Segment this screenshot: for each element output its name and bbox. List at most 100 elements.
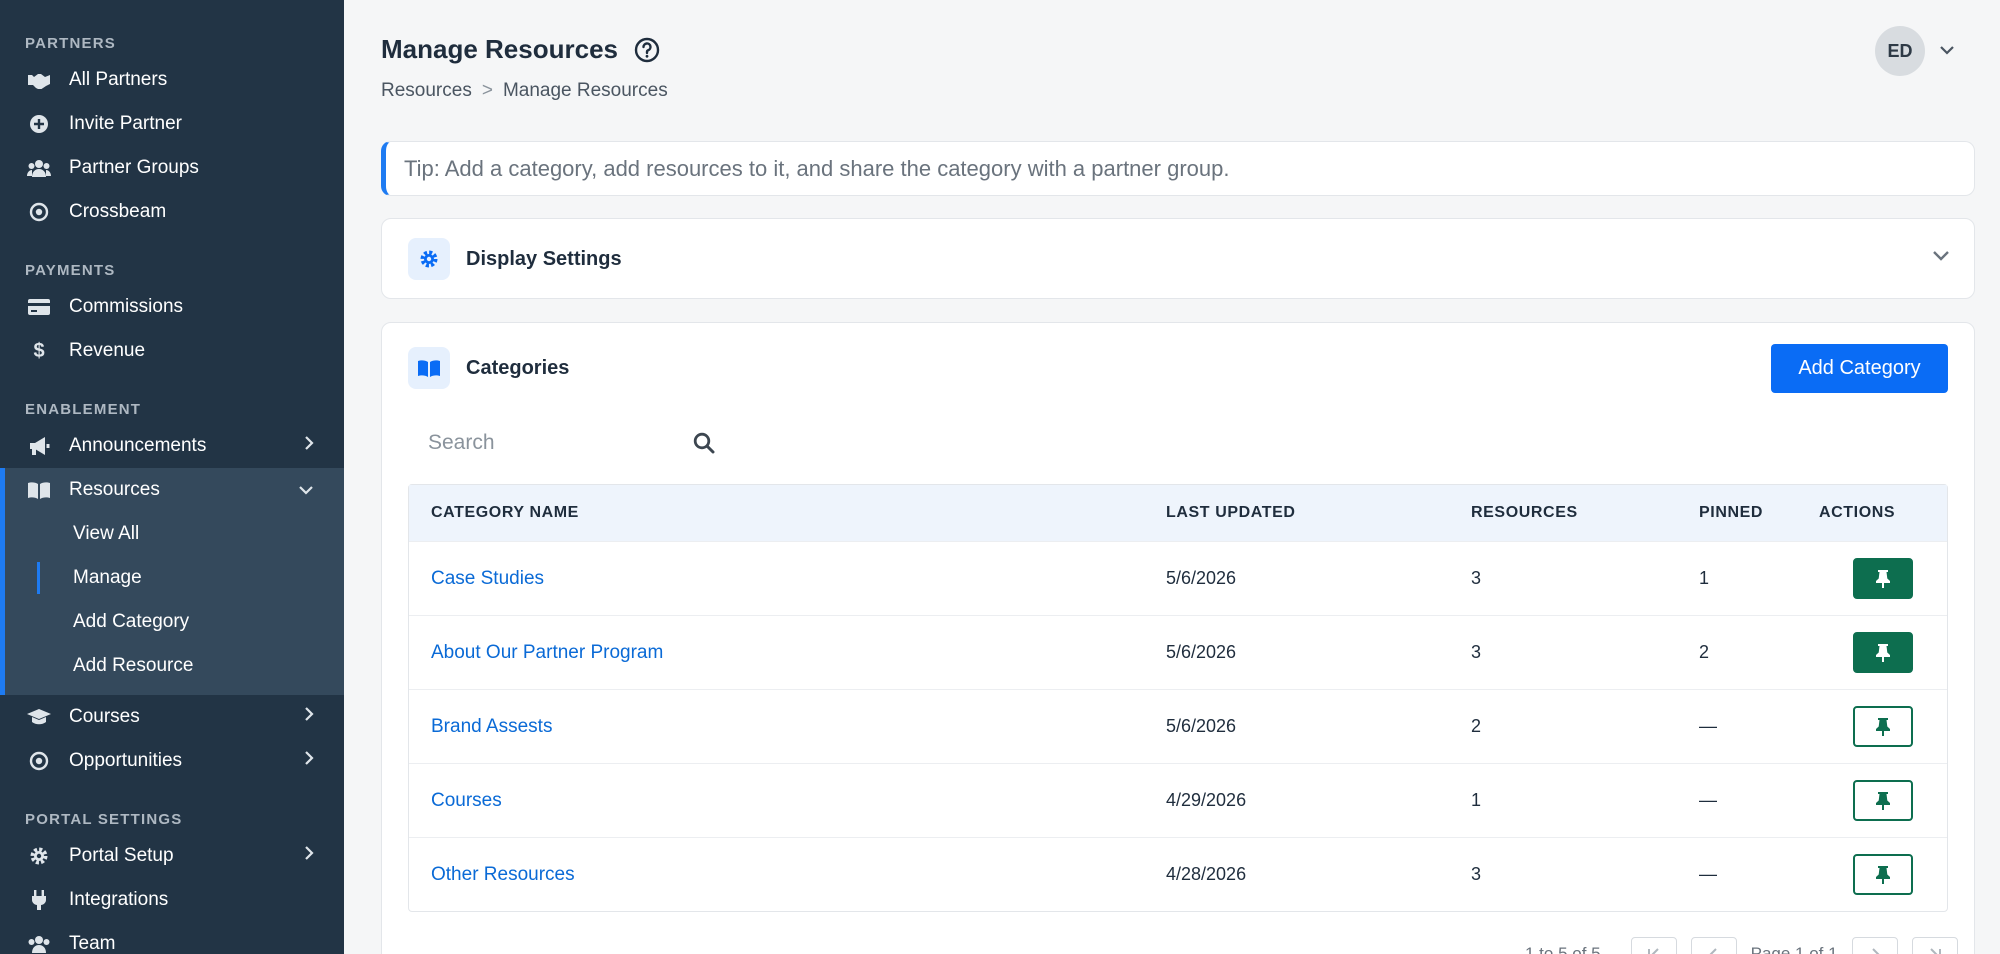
pin-icon bbox=[1876, 791, 1890, 810]
book-open-icon bbox=[26, 479, 52, 501]
display-settings-title: Display Settings bbox=[466, 247, 622, 270]
pin-toggle-button[interactable] bbox=[1853, 706, 1913, 747]
category-link[interactable]: About Our Partner Program bbox=[431, 642, 663, 663]
cell-pinned: — bbox=[1699, 716, 1717, 736]
pin-toggle-button[interactable] bbox=[1853, 632, 1913, 673]
sidebar-item-partner-groups[interactable]: Partner Groups bbox=[0, 146, 344, 190]
category-link[interactable]: Other Resources bbox=[431, 864, 575, 885]
users-icon bbox=[26, 157, 52, 179]
sidebar-item-label: Commissions bbox=[69, 296, 184, 317]
breadcrumb-separator: > bbox=[481, 80, 493, 101]
column-header-actions: ACTIONS bbox=[1819, 504, 1896, 521]
sidebar-subitem-view-all[interactable]: View All bbox=[0, 512, 344, 556]
add-category-button[interactable]: Add Category bbox=[1771, 344, 1948, 393]
megaphone-icon bbox=[26, 435, 52, 457]
sidebar-item-label: Resources bbox=[69, 479, 160, 500]
category-link[interactable]: Brand Assests bbox=[431, 716, 552, 737]
table-row: Brand Assests 5/6/2026 2 — bbox=[409, 689, 1947, 763]
sidebar-item-label: Integrations bbox=[69, 889, 169, 910]
breadcrumb-link-resources[interactable]: Resources bbox=[381, 80, 472, 102]
cell-last-updated: 5/6/2026 bbox=[1166, 642, 1237, 662]
sidebar-item-invite-partner[interactable]: Invite Partner bbox=[0, 102, 344, 146]
chevron-down-icon[interactable] bbox=[1932, 249, 1950, 267]
chevron-right-icon bbox=[1871, 948, 1880, 954]
sidebar-subitem-add-resource[interactable]: Add Resource bbox=[0, 644, 344, 688]
page-title-text: Manage Resources bbox=[381, 34, 618, 64]
display-settings-card[interactable]: Display Settings bbox=[381, 218, 1975, 299]
sidebar-item-commissions[interactable]: Commissions bbox=[0, 285, 344, 329]
page-title: Manage Resources bbox=[381, 34, 660, 65]
plug-icon bbox=[26, 889, 52, 911]
sidebar-item-resources[interactable]: Resources bbox=[0, 468, 344, 512]
sidebar-item-team[interactable]: Team bbox=[0, 922, 344, 954]
pagination-page: Page 1 of 1 bbox=[1750, 944, 1838, 954]
cell-last-updated: 4/29/2026 bbox=[1166, 790, 1247, 810]
column-header-pinned[interactable]: PINNED bbox=[1699, 504, 1819, 522]
section-heading-portal-settings: PORTAL SETTINGS bbox=[25, 811, 183, 828]
sidebar-item-label: Portal Setup bbox=[69, 845, 174, 866]
section-heading-payments: PAYMENTS bbox=[25, 262, 116, 279]
cell-last-updated: 5/6/2026 bbox=[1166, 568, 1237, 588]
sidebar-item-portal-setup[interactable]: Portal Setup bbox=[0, 834, 344, 878]
chevrons-right-icon bbox=[1929, 948, 1941, 954]
avatar[interactable]: ED bbox=[1875, 26, 1925, 76]
tip-banner: Tip: Add a category, add resources to it… bbox=[381, 141, 1975, 196]
breadcrumb-current: Manage Resources bbox=[502, 80, 668, 101]
graduation-cap-icon bbox=[26, 706, 52, 728]
search-box bbox=[408, 422, 738, 464]
sidebar-item-label: Revenue bbox=[69, 340, 146, 361]
last-page-button[interactable] bbox=[1911, 937, 1958, 954]
next-page-button[interactable] bbox=[1851, 937, 1898, 954]
handshake-icon bbox=[26, 69, 52, 91]
cell-last-updated: 4/28/2026 bbox=[1166, 864, 1247, 884]
first-page-button[interactable] bbox=[1630, 937, 1677, 954]
sidebar-subitem-add-category[interactable]: Add Category bbox=[0, 600, 344, 644]
chevron-down-icon bbox=[298, 479, 314, 501]
column-header-resources[interactable]: RESOURCES bbox=[1471, 504, 1699, 522]
sidebar-item-announcements[interactable]: Announcements bbox=[0, 424, 344, 468]
chevron-left-icon bbox=[1709, 948, 1717, 954]
pin-toggle-button[interactable] bbox=[1853, 558, 1913, 599]
sidebar-subitem-manage[interactable]: Manage bbox=[0, 556, 344, 600]
users-icon bbox=[26, 933, 52, 954]
sidebar-item-label: Courses bbox=[69, 706, 140, 727]
cell-resources: 3 bbox=[1471, 642, 1482, 662]
sidebar-item-courses[interactable]: Courses bbox=[0, 695, 344, 739]
search-icon[interactable] bbox=[693, 432, 715, 459]
sidebar-item-crossbeam[interactable]: Crossbeam bbox=[0, 190, 344, 234]
display-settings-header: Display Settings bbox=[408, 238, 622, 280]
prev-page-button[interactable] bbox=[1690, 937, 1737, 954]
main-content: Manage Resources Resources > Manage Reso… bbox=[344, 0, 2000, 954]
help-circle-icon[interactable] bbox=[634, 37, 660, 63]
resources-group: Resources View All Manage Add Category A… bbox=[0, 468, 344, 695]
plus-circle-icon bbox=[26, 113, 52, 135]
chevron-down-icon[interactable] bbox=[1939, 42, 1955, 60]
pin-toggle-button[interactable] bbox=[1853, 780, 1913, 821]
categories-title: Categories bbox=[466, 356, 570, 379]
search-input[interactable] bbox=[408, 431, 678, 455]
chevron-right-icon bbox=[304, 750, 314, 772]
pin-icon bbox=[1876, 643, 1890, 662]
pin-toggle-button[interactable] bbox=[1853, 854, 1913, 895]
pagination-range: 1 to 5 of 5 bbox=[1525, 944, 1601, 954]
sidebar-item-label: Partner Groups bbox=[69, 157, 199, 178]
sidebar-item-integrations[interactable]: Integrations bbox=[0, 878, 344, 922]
sidebar-item-all-partners[interactable]: All Partners bbox=[0, 58, 344, 102]
sidebar-item-label: All Partners bbox=[69, 69, 168, 90]
cell-resources: 3 bbox=[1471, 568, 1482, 588]
column-header-last-updated[interactable]: LAST UPDATED bbox=[1166, 504, 1471, 522]
sidebar-item-label: Announcements bbox=[69, 435, 207, 456]
table-header: CATEGORY NAME LAST UPDATED RESOURCES PIN… bbox=[409, 485, 1947, 541]
column-header-category-name[interactable]: CATEGORY NAME bbox=[409, 504, 1166, 522]
category-link[interactable]: Courses bbox=[431, 790, 502, 811]
category-link[interactable]: Case Studies bbox=[431, 568, 544, 589]
chevrons-left-icon bbox=[1647, 948, 1659, 954]
breadcrumb: Resources > Manage Resources bbox=[381, 80, 668, 102]
section-heading-partners: PARTNERS bbox=[25, 35, 116, 52]
pin-icon bbox=[1876, 569, 1890, 588]
sidebar: PARTNERS All Partners Invite Partner Par… bbox=[0, 0, 344, 954]
sidebar-item-revenue[interactable]: $ Revenue bbox=[0, 329, 344, 373]
chevron-right-icon bbox=[304, 435, 314, 457]
categories-card: Categories Add Category CATEGORY NAME LA… bbox=[381, 322, 1975, 954]
sidebar-item-opportunities[interactable]: Opportunities bbox=[0, 739, 344, 783]
